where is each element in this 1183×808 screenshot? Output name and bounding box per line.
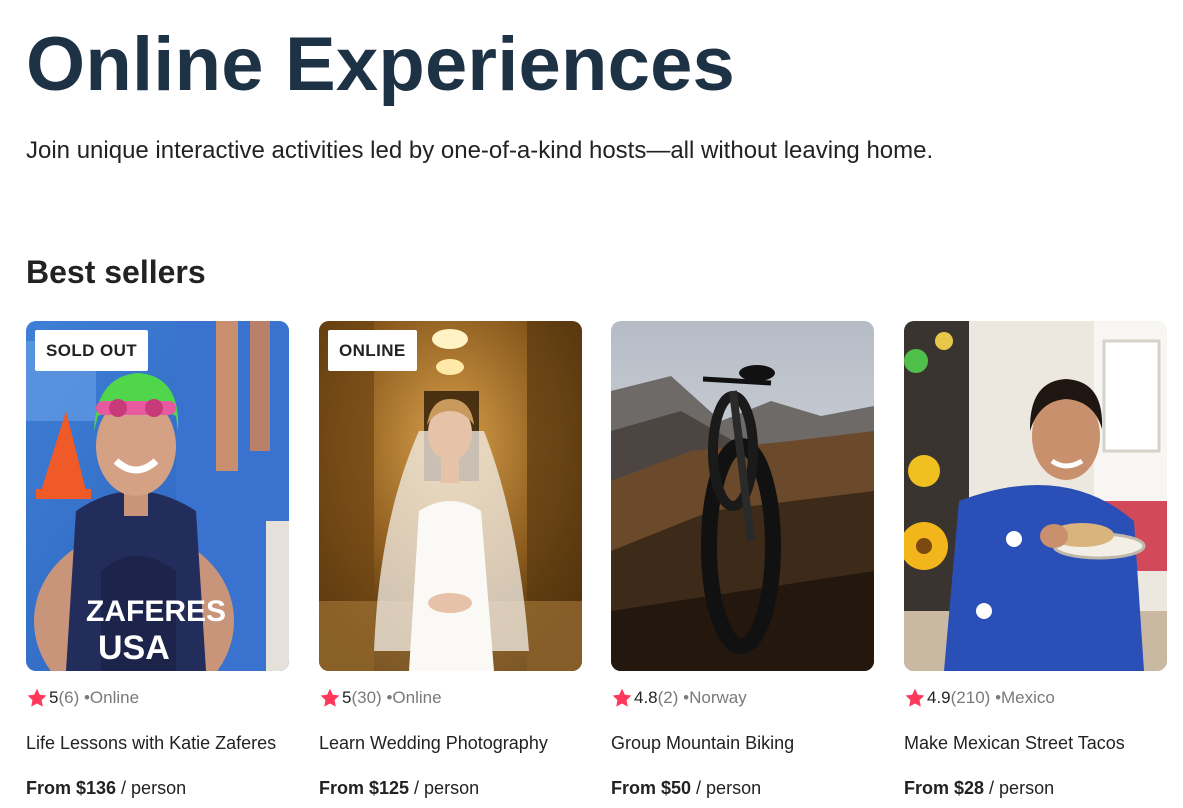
experience-card-wedding-photography[interactable]: ONLINE 5 (30) •Online Learn Wedding Photo…	[319, 321, 582, 808]
price-amount: From $28	[904, 778, 985, 798]
svg-text:ZAFERES: ZAFERES	[86, 595, 226, 628]
card-rating-row: 4.9 (210) •Mexico	[904, 687, 1055, 709]
page-subtitle: Join unique interactive activities led b…	[26, 137, 934, 164]
rating-value: 4.8	[634, 688, 658, 707]
online-badge: ONLINE	[328, 330, 417, 371]
review-count: (210)	[950, 688, 991, 707]
rating-value: 5	[49, 688, 59, 707]
review-count: (30)	[351, 688, 382, 707]
location-label: •Online	[83, 688, 140, 707]
price-unit: / person	[984, 778, 1055, 798]
card-title[interactable]: Learn Wedding Photography	[319, 732, 548, 754]
online-experiences-page: Online Experiences Join unique interacti…	[26, 0, 1167, 808]
star-icon	[612, 688, 632, 707]
star-icon	[27, 688, 47, 707]
mountain-bike-photo[interactable]	[611, 321, 874, 671]
star-icon	[905, 688, 925, 707]
card-price: From $136 / person	[26, 777, 186, 799]
card-rating-row: 5 (30) •Online	[319, 687, 442, 709]
best-sellers-heading: Best sellers	[26, 254, 206, 290]
experience-card-street-tacos[interactable]: 4.9 (210) •Mexico Make Mexican Street Tac…	[904, 321, 1167, 808]
location-label: •Mexico	[995, 688, 1055, 707]
best-sellers-list: ZAFERES USA SOLD OUT 5 (6) •Online Life L…	[26, 321, 1167, 808]
card-rating-row: 4.8 (2) •Norway	[611, 687, 747, 709]
page-title: Online Experiences	[26, 22, 736, 107]
sold-out-badge: SOLD OUT	[35, 330, 149, 371]
price-amount: From $50	[611, 778, 692, 798]
review-count: (6)	[58, 688, 80, 707]
card-title[interactable]: Life Lessons with Katie Zaferes	[26, 732, 276, 754]
card-title[interactable]: Make Mexican Street Tacos	[904, 732, 1125, 754]
rating-value: 5	[342, 688, 352, 707]
card-price: From $50 / person	[611, 777, 761, 799]
tacos-chef-photo[interactable]	[904, 321, 1167, 671]
location-label: •Online	[386, 688, 442, 707]
experience-card-mountain-biking[interactable]: 4.8 (2) •Norway Group Mountain Biking Fro…	[611, 321, 874, 808]
price-amount: From $125	[319, 778, 410, 798]
rating-value: 4.9	[927, 688, 951, 707]
price-unit: / person	[116, 778, 187, 798]
card-price: From $125 / person	[319, 777, 479, 799]
price-amount: From $136	[26, 778, 117, 798]
card-rating-row: 5 (6) •Online	[26, 687, 139, 709]
triathlete-photo[interactable]: ZAFERES USA SOLD OUT	[26, 321, 289, 671]
review-count: (2)	[657, 688, 679, 707]
star-icon	[320, 688, 340, 707]
svg-text:USA: USA	[98, 629, 170, 667]
card-price: From $28 / person	[904, 777, 1054, 799]
price-unit: / person	[409, 778, 480, 798]
bride-photo[interactable]: ONLINE	[319, 321, 582, 671]
card-title[interactable]: Group Mountain Biking	[611, 732, 794, 754]
experience-card-life-lessons[interactable]: ZAFERES USA SOLD OUT 5 (6) •Online Life L…	[26, 321, 289, 808]
price-unit: / person	[691, 778, 762, 798]
location-label: •Norway	[683, 688, 747, 707]
